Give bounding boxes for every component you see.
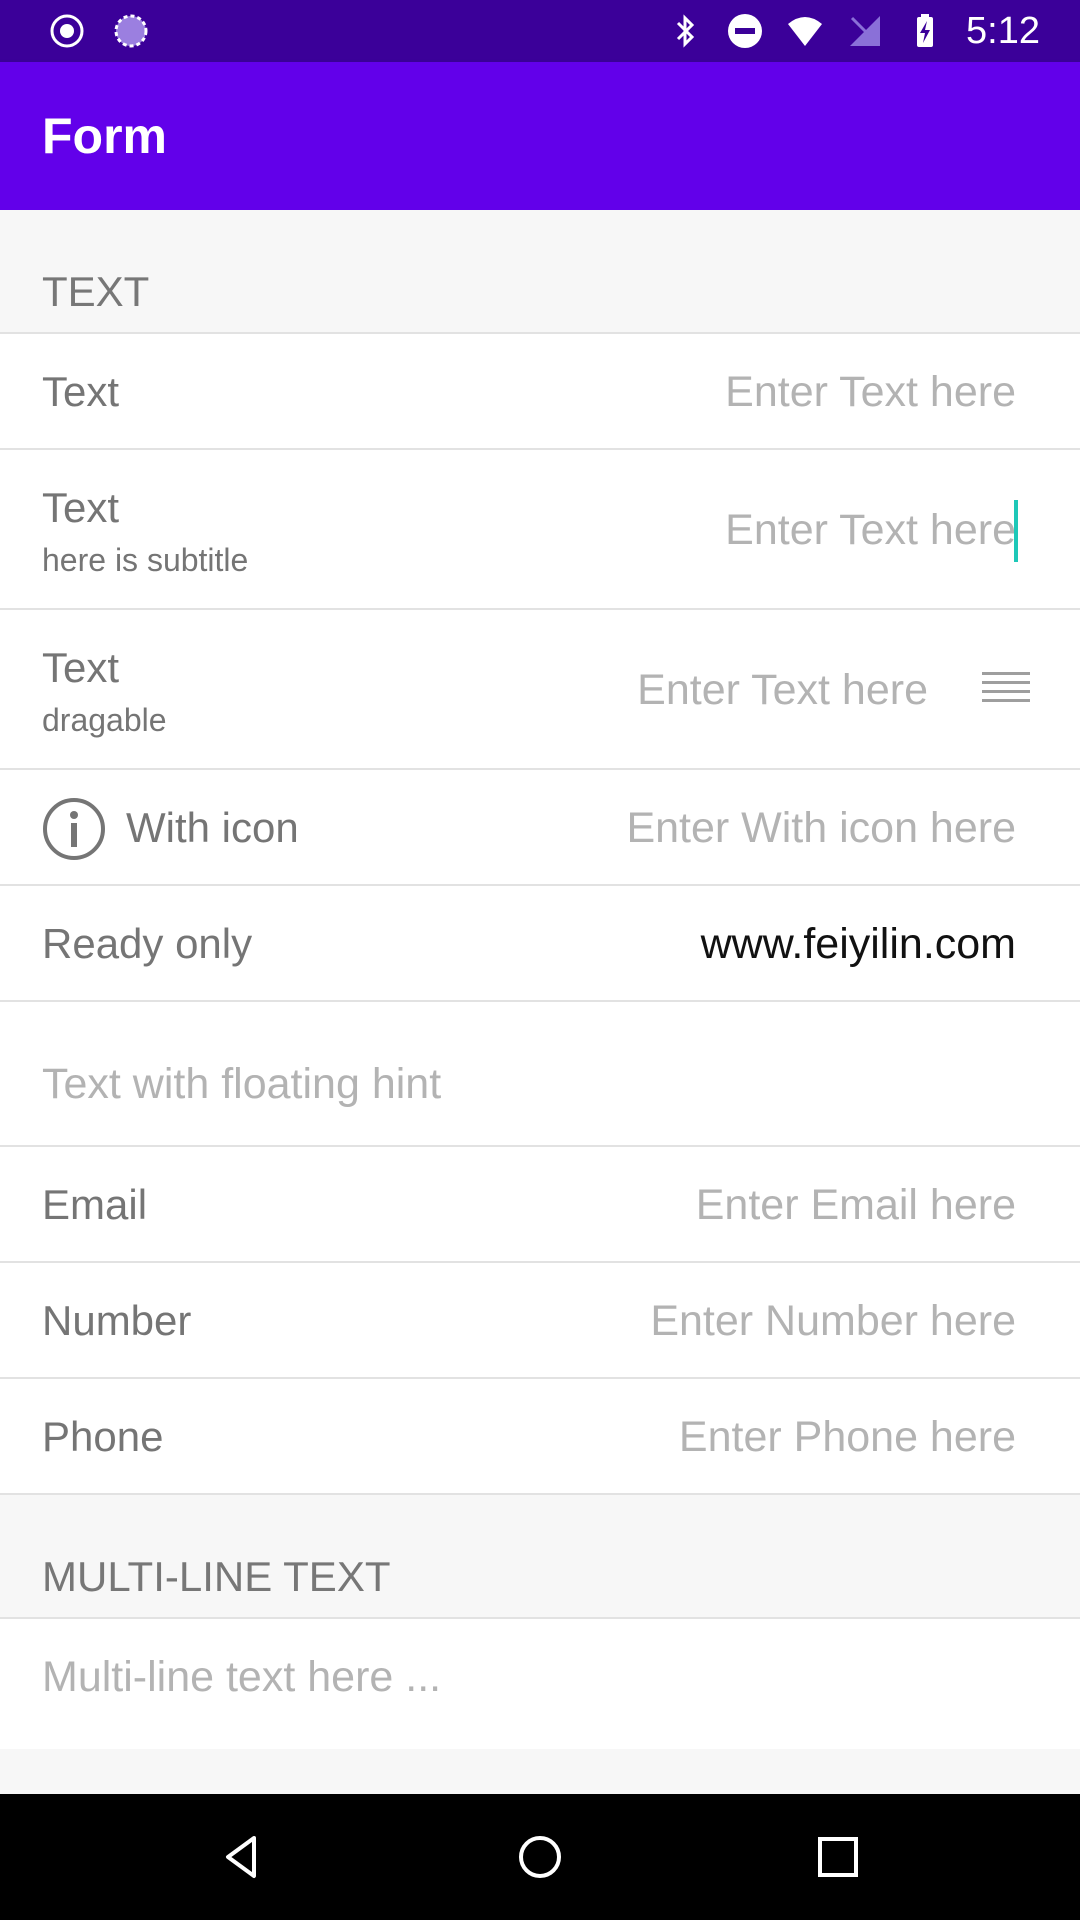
phone-label: Phone [42, 1413, 164, 1460]
record-icon [50, 14, 84, 48]
app-bar: Form [0, 62, 1080, 210]
wifi-icon [788, 17, 823, 46]
do-not-disturb-icon [728, 14, 763, 48]
info-icon [43, 798, 105, 860]
text-row[interactable]: Text Enter Text here [0, 334, 1080, 450]
back-icon[interactable] [214, 1830, 268, 1884]
section-title: TEXT [42, 268, 150, 315]
text-subtitle: here is subtitle [42, 542, 249, 578]
battery-charging-icon [917, 14, 934, 47]
email-label: Email [42, 1181, 148, 1228]
text-dragable-label: Text [42, 644, 120, 691]
multiline-input[interactable]: Multi-line text here ... [42, 1653, 441, 1702]
section-header-text: TEXT [0, 210, 1080, 334]
number-row[interactable]: Number Enter Number here [0, 1263, 1080, 1379]
text-subtitle-input[interactable]: Enter Text here [725, 506, 1016, 555]
number-field[interactable]: Enter Number here [650, 1297, 1016, 1346]
read-only-value: www.feiyilin.com [700, 920, 1016, 968]
with-icon-label: With icon [126, 804, 299, 851]
form-content: TEXT Text Enter Text here Text here is s… [0, 210, 1080, 1791]
recents-icon[interactable] [811, 1830, 865, 1884]
text-dragable-subtitle: dragable [42, 702, 167, 738]
text-subtitle-label: Text [42, 484, 120, 531]
multiline-row[interactable]: Multi-line text here ... [0, 1619, 1080, 1749]
floating-hint-row[interactable]: Text with floating hint [0, 1002, 1080, 1147]
page-title: Form [42, 108, 167, 164]
loading-icon [114, 14, 148, 48]
section-title: MULTI-LINE TEXT [42, 1553, 391, 1600]
number-label: Number [42, 1297, 192, 1344]
text-dragable-row[interactable]: Text dragable Enter Text here [0, 610, 1080, 770]
text-input[interactable]: Enter Text here [725, 368, 1016, 417]
section-header-multiline: MULTI-LINE TEXT [0, 1495, 1080, 1619]
read-only-label: Ready only [42, 920, 253, 967]
with-icon-row[interactable]: With icon Enter With icon here [0, 770, 1080, 886]
bottom-spacer [0, 1749, 1080, 1791]
email-field[interactable]: Enter Email here [696, 1181, 1016, 1230]
text-label: Text [42, 368, 120, 415]
navigation-bar [0, 1794, 1080, 1920]
read-only-row: Ready only www.feiyilin.com [0, 886, 1080, 1002]
drag-handle-icon[interactable] [982, 670, 1030, 708]
status-bar: 5:12 [0, 0, 1080, 62]
phone-field[interactable]: Enter Phone here [679, 1413, 1016, 1462]
with-icon-input[interactable]: Enter With icon here [626, 804, 1016, 853]
bluetooth-icon [676, 14, 695, 48]
text-subtitle-row[interactable]: Text here is subtitle Enter Text here [0, 450, 1080, 610]
floating-hint-input[interactable]: Text with floating hint [42, 1060, 441, 1109]
phone-row[interactable]: Phone Enter Phone here [0, 1379, 1080, 1495]
home-icon[interactable] [513, 1830, 567, 1884]
text-cursor [1014, 500, 1018, 562]
email-row[interactable]: Email Enter Email here [0, 1147, 1080, 1263]
no-signal-icon [850, 16, 881, 46]
status-time: 5:12 [966, 9, 1040, 52]
text-dragable-input[interactable]: Enter Text here [637, 666, 928, 715]
